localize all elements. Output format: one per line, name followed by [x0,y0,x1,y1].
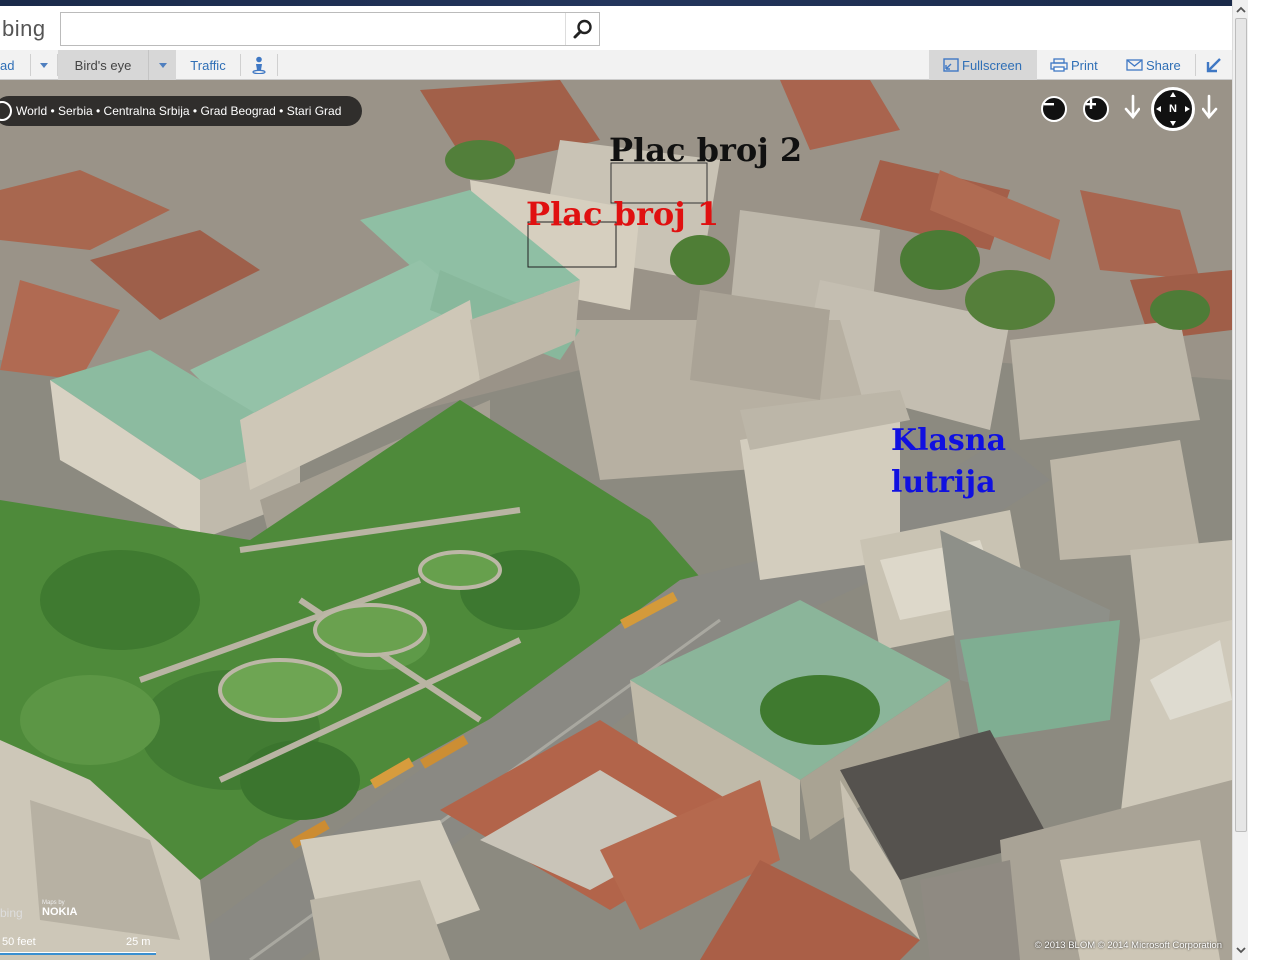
birdseye-dropdown[interactable] [148,50,176,80]
scale-feet: 50 feet [2,936,36,948]
breadcrumb-text: World • Serbia • Centralna Srbija • Grad… [16,104,342,118]
scale-line-blue [0,953,156,955]
birdseye-view-button[interactable]: Bird's eye [58,50,148,80]
scale-meters: 25 m [126,936,151,948]
plus-icon [1086,99,1096,109]
header-bar: bing [0,6,1232,50]
locate-icon [0,101,12,121]
vertical-scrollbar[interactable] [1232,0,1248,960]
share-button[interactable]: Share [1126,50,1190,80]
traffic-label: Traffic [190,57,226,73]
printer-icon [1050,58,1068,72]
browser-window: bing ad Bird's eye Traffic Fullscreen Pr… [0,0,1280,960]
chevron-up-icon [1236,6,1246,13]
map-toolbar: ad Bird's eye Traffic Fullscreen Print S… [0,50,1232,80]
birdseye-map[interactable]: World • Serbia • Centralna Srbija • Grad… [0,80,1232,960]
chevron-down-icon [40,62,48,68]
compass-north-label: N [1169,103,1177,115]
rotate-right-arrow-icon [1202,94,1218,120]
rotate-left-arrow-icon [1124,94,1140,120]
search-icon [573,19,592,39]
chevron-down-icon [1236,947,1246,954]
map-bing-logo: bing [0,906,23,920]
print-button[interactable]: Print [1050,50,1114,80]
separator [1195,54,1196,76]
rotate-right-button[interactable] [1202,94,1224,124]
fullscreen-label: Fullscreen [962,57,1022,73]
nokia-logo: Maps by NOKIA [42,900,77,918]
person-icon [252,56,266,74]
share-label: Share [1146,57,1181,73]
road-view-button[interactable]: ad [0,50,30,80]
collapse-panel-button[interactable] [1199,50,1229,80]
minus-icon [1044,103,1054,106]
envelope-icon [1126,59,1143,71]
road-view-label: ad [0,57,15,73]
fullscreen-icon [943,58,959,72]
search-input[interactable] [61,13,565,45]
copyright-text: © 2013 BLOM © 2014 Microsoft Corporation [1034,940,1222,951]
rotate-left-button[interactable] [1122,94,1144,124]
scale-bar: 50 feet 25 m [0,932,160,958]
scroll-up-button[interactable] [1233,2,1249,18]
scroll-down-button[interactable] [1233,942,1249,958]
fullscreen-button[interactable]: Fullscreen [929,50,1037,80]
zoom-in-button[interactable] [1083,96,1109,122]
compass-button[interactable]: N [1151,87,1195,131]
annotation-plac-broj-1: Plac broj 1 [526,195,720,233]
search-box [60,12,600,46]
birdseye-view-label: Bird's eye [74,57,132,73]
streetside-button[interactable] [241,50,277,80]
arrow-down-left-icon [1206,58,1221,73]
annotation-plac-broj-2: Plac broj 2 [609,131,803,169]
annotation-klasna-line2: lutrija [891,465,996,500]
zoom-out-button[interactable] [1041,96,1067,122]
annotation-klasna-line1: Klasna [891,423,1007,458]
separator [277,54,278,76]
scroll-thumb[interactable] [1235,18,1247,832]
road-view-dropdown[interactable] [31,50,57,80]
print-label: Print [1071,57,1098,73]
location-breadcrumb[interactable]: World • Serbia • Centralna Srbija • Grad… [0,96,362,126]
search-button[interactable] [565,13,599,45]
nokia-label: NOKIA [42,906,78,918]
bing-logo[interactable]: bing [2,16,46,42]
traffic-button[interactable]: Traffic [176,50,240,80]
chevron-down-icon [158,62,167,68]
page-margin [1248,0,1280,960]
